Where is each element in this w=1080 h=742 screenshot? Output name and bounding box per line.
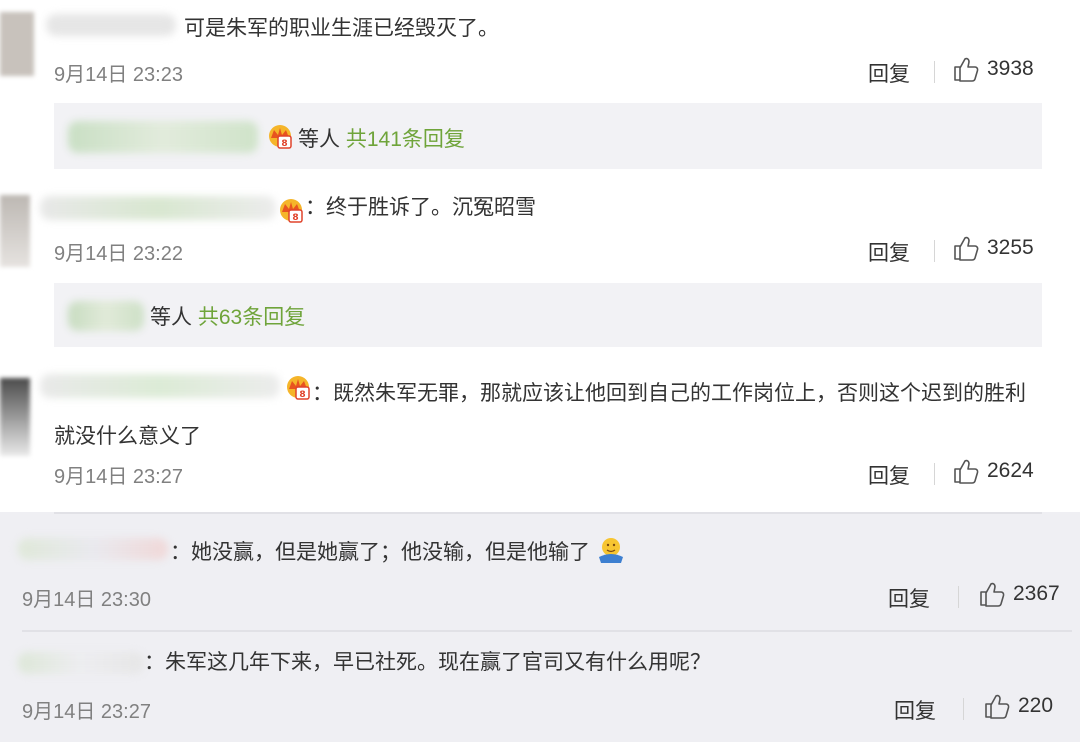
others-label: 等人	[150, 306, 192, 329]
comment-text: ：终于胜诉了。沉冤昭雪	[305, 196, 536, 219]
username-redacted[interactable]	[18, 652, 144, 674]
username-redacted[interactable]	[40, 196, 276, 220]
divider	[934, 240, 935, 262]
comment-text: ：朱军这几年下来，早已社死。现在赢了官司又有什么用呢？	[144, 651, 711, 674]
thumbs-up-icon	[953, 458, 979, 484]
sub-replies-box[interactable]: 等人 共141条回复	[54, 103, 1042, 169]
thumbs-up-icon	[979, 581, 1005, 607]
vip-crown-icon	[277, 197, 305, 223]
username-redacted	[68, 301, 144, 331]
sub-replies-summary: 等人 共141条回复	[298, 123, 465, 153]
like-button[interactable]: 3938	[953, 56, 1034, 82]
reply-count-link[interactable]: 共63条回复	[198, 306, 305, 329]
like-button[interactable]: 2624	[953, 458, 1034, 484]
like-button[interactable]: 3255	[953, 235, 1034, 261]
comment-time: 9月14日 23:27	[54, 466, 183, 488]
comment-time: 9月14日 23:22	[54, 243, 183, 265]
comment-text: 可是朱军的职业生涯已经毁灭了。	[184, 17, 499, 40]
thumbs-up-icon	[953, 235, 979, 261]
divider	[963, 698, 964, 720]
comment-time: 9月14日 23:30	[22, 589, 151, 611]
sub-replies-box[interactable]: 等人 共63条回复	[54, 283, 1042, 347]
like-count: 2367	[1013, 582, 1060, 605]
like-button[interactable]: 220	[984, 693, 1053, 719]
reply-count-link[interactable]: 共141条回复	[346, 128, 465, 151]
shrug-emoji-icon	[598, 538, 623, 563]
sub-replies-summary: 等人 共63条回复	[150, 301, 305, 331]
reply-button[interactable]: 回复	[888, 583, 930, 613]
avatar[interactable]	[0, 12, 34, 76]
reply-button[interactable]: 回复	[868, 460, 910, 490]
others-label: 等人	[298, 128, 340, 151]
reply-button[interactable]: 回复	[894, 695, 936, 725]
reply-button[interactable]: 回复	[868, 58, 910, 88]
divider	[934, 463, 935, 485]
divider	[958, 586, 959, 608]
like-button[interactable]: 2367	[979, 581, 1060, 607]
avatar[interactable]	[0, 378, 30, 456]
like-count: 3255	[987, 236, 1034, 259]
divider	[54, 512, 1042, 514]
avatar[interactable]	[0, 195, 30, 267]
thumbs-up-icon	[953, 56, 979, 82]
username-redacted	[68, 121, 258, 153]
username-redacted[interactable]	[18, 538, 168, 560]
like-count: 2624	[987, 459, 1034, 482]
comment-text: ：既然朱军无罪，那就应该让他回到自己的工作岗位上，否则这个迟到的胜利就没什么意义…	[54, 382, 1026, 448]
like-count: 3938	[987, 57, 1034, 80]
comment-text: ：她没赢，但是她赢了；他没输，但是他输了	[170, 535, 626, 568]
divider	[22, 630, 1072, 632]
divider	[934, 61, 935, 83]
like-count: 220	[1018, 694, 1054, 717]
comment-body: ：她没赢，但是她赢了；他没输，但是他输了	[170, 541, 590, 564]
reply-button[interactable]: 回复	[868, 237, 910, 267]
comment-time: 9月14日 23:27	[22, 701, 151, 723]
username-redacted[interactable]	[46, 14, 176, 36]
comment-time: 9月14日 23:23	[54, 64, 183, 86]
thumbs-up-icon	[984, 693, 1010, 719]
vip-crown-icon	[266, 123, 294, 149]
